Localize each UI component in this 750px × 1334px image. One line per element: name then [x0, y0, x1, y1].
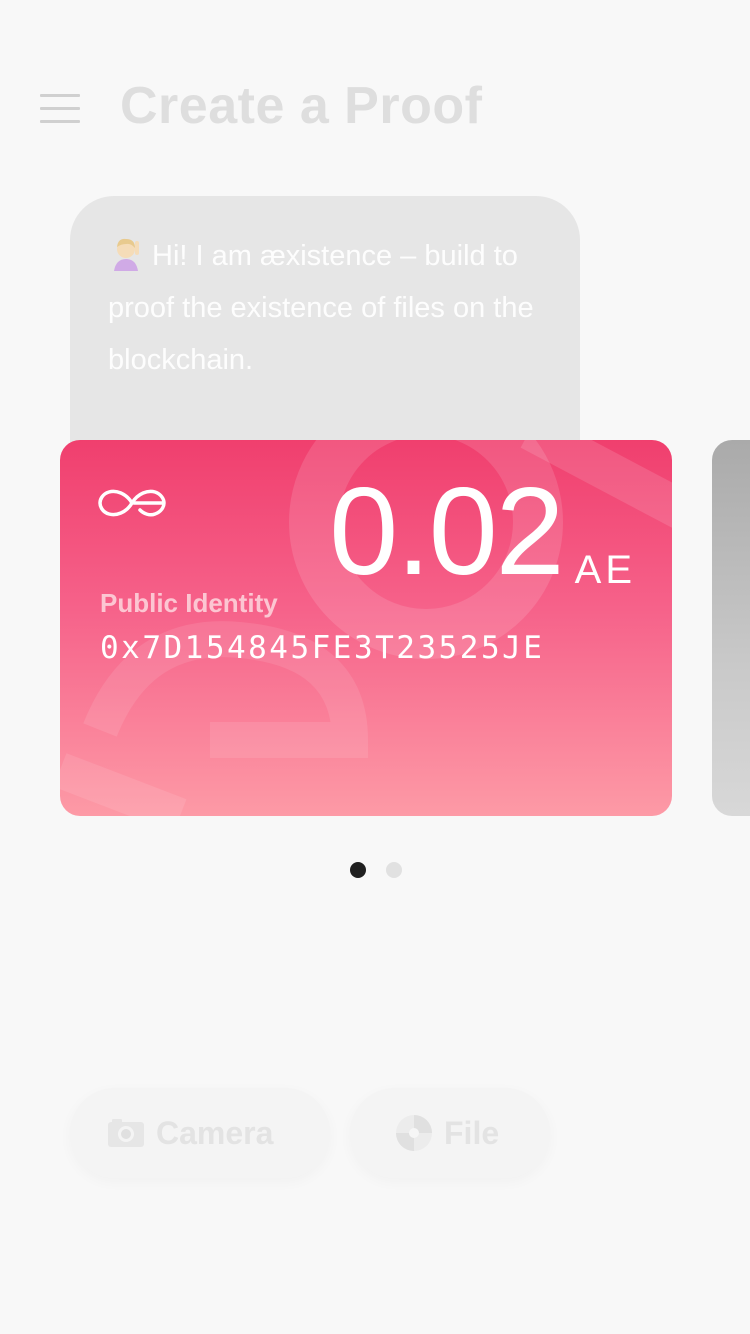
person-raising-hand-emoji-icon	[114, 238, 139, 271]
balance-display: 0.02 AE	[329, 470, 636, 594]
disc-emoji-icon	[396, 1115, 432, 1151]
hamburger-line-top	[40, 94, 80, 97]
camera-button-label: Camera	[156, 1114, 274, 1151]
create-proof-screen: Create a Proof Hi! I am æxistence – buil…	[0, 0, 750, 1334]
balance-unit: AE	[574, 548, 636, 592]
public-identity-address: 0x7D154845FE3T23525JE	[100, 630, 545, 666]
hamburger-line-middle	[40, 107, 80, 110]
aeternity-logo-icon	[98, 489, 166, 517]
hamburger-menu-icon[interactable]	[40, 94, 80, 124]
hamburger-line-bottom	[40, 120, 80, 123]
balance-value: 0.02	[329, 463, 564, 601]
file-button[interactable]: File	[350, 1088, 550, 1178]
camera-button[interactable]: Camera	[70, 1088, 330, 1178]
pagination-dot-1[interactable]	[350, 862, 366, 878]
pagination-dot-2[interactable]	[386, 862, 402, 878]
public-identity-label: Public Identity	[100, 588, 278, 618]
card-pagination	[350, 862, 402, 878]
wallet-card[interactable]: 0.02 AE Public Identity 0x7D154845FE3T23…	[60, 440, 672, 816]
file-button-label: File	[444, 1114, 500, 1151]
camera-emoji-icon	[108, 1119, 144, 1147]
intro-message: Hi! I am æxistence – build to proof the …	[108, 230, 542, 386]
intro-text: Hi! I am æxistence – build to proof the …	[108, 240, 534, 376]
page-title: Create a Proof	[120, 77, 483, 135]
next-wallet-card[interactable]	[712, 440, 750, 816]
